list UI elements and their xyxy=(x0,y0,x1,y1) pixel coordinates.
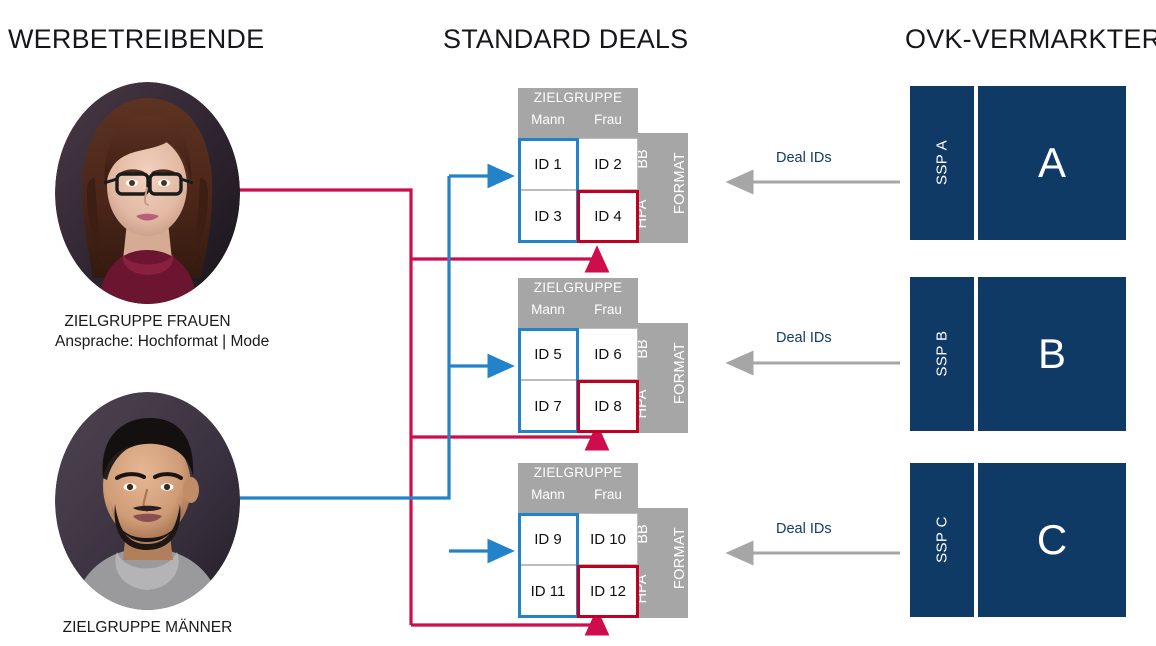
connector-blue-maenner xyxy=(232,163,515,564)
ssp-box-b[interactable]: B xyxy=(978,277,1126,431)
format-label-a: FORMAT xyxy=(672,152,688,214)
deal-cell[interactable]: ID 2 xyxy=(578,138,638,190)
deal-cell[interactable]: ID 9 xyxy=(518,513,578,565)
persona-caption-maenner: ZIELGRUPPE MÄNNER xyxy=(55,618,240,638)
deal-cells-b: ID 5 ID 6 ID 7 ID 8 xyxy=(518,328,638,433)
persona-photo-woman xyxy=(55,82,240,304)
zielgruppe-title-a: ZIELGRUPPE xyxy=(533,90,623,105)
format-band-c: FORMAT BB HPA xyxy=(631,508,688,618)
zielgruppe-col-mann-a: Mann xyxy=(531,112,565,127)
zielgruppe-col-mann-b: Mann xyxy=(531,302,565,317)
persona-subtitle-frauen: Ansprache: Hochformat | Mode xyxy=(55,333,270,350)
zielgruppe-title-c: ZIELGRUPPE xyxy=(533,465,623,480)
deal-ids-label-c: Deal IDs xyxy=(776,521,832,537)
persona-caption-frauen: ZIELGRUPPE FRAUEN Ansprache: Hochformat … xyxy=(55,312,270,352)
deal-table-a: ZIELGRUPPE Mann Frau FORMAT BB HPA ID 1 … xyxy=(518,88,688,243)
format-label-b: FORMAT xyxy=(672,342,688,404)
persona-title-frauen: ZIELGRUPPE FRAUEN xyxy=(64,313,231,330)
connector-dealids-arrows xyxy=(725,169,900,566)
deal-cells-a: ID 1 ID 2 ID 3 ID 4 xyxy=(518,138,638,243)
deal-cell[interactable]: ID 4 xyxy=(578,190,638,242)
ssp-box-a[interactable]: A xyxy=(978,86,1126,240)
persona-photo-man xyxy=(55,392,240,610)
deal-cell[interactable]: ID 11 xyxy=(518,565,578,617)
ssp-tag-c[interactable]: SSP C xyxy=(910,463,974,617)
ssp-tag-label-c: SSP C xyxy=(933,516,951,563)
diagram-canvas: WERBETREIBENDE STANDARD DEALS OVK-VERMAR… xyxy=(0,0,1156,646)
deal-cell[interactable]: ID 3 xyxy=(518,190,578,242)
deal-cell[interactable]: ID 1 xyxy=(518,138,578,190)
deal-cell[interactable]: ID 7 xyxy=(518,380,578,432)
ssp-tag-label-b: SSP B xyxy=(933,330,951,377)
zielgruppe-col-mann-c: Mann xyxy=(531,487,565,502)
zielgruppe-col-frau-c: Frau xyxy=(594,487,622,502)
zielgruppe-col-frau-a: Frau xyxy=(594,112,622,127)
zielgruppe-title-b: ZIELGRUPPE xyxy=(533,280,623,295)
deal-table-c: ZIELGRUPPE Mann Frau FORMAT BB HPA ID 9 … xyxy=(518,463,688,618)
ssp-box-c[interactable]: C xyxy=(978,463,1126,617)
deal-cell[interactable]: ID 5 xyxy=(518,328,578,380)
deal-cell[interactable]: ID 8 xyxy=(578,380,638,432)
deal-table-b: ZIELGRUPPE Mann Frau FORMAT BB HPA ID 5 … xyxy=(518,278,688,433)
deal-cell[interactable]: ID 12 xyxy=(578,565,638,617)
ssp-tag-label-a: SSP A xyxy=(933,139,951,186)
deal-ids-label-a: Deal IDs xyxy=(776,150,832,166)
format-band-b: FORMAT BB HPA xyxy=(631,323,688,433)
ssp-tag-a[interactable]: SSP A xyxy=(910,86,974,240)
deal-cells-c: ID 9 ID 10 ID 11 ID 12 xyxy=(518,513,638,618)
zielgruppe-col-frau-b: Frau xyxy=(594,302,622,317)
format-band-a: FORMAT BB HPA xyxy=(631,133,688,243)
ssp-tag-b[interactable]: SSP B xyxy=(910,277,974,431)
persona-title-maenner: ZIELGRUPPE MÄNNER xyxy=(62,619,233,636)
deal-cell[interactable]: ID 10 xyxy=(578,513,638,565)
deal-ids-label-b: Deal IDs xyxy=(776,330,832,346)
format-label-c: FORMAT xyxy=(672,527,688,589)
deal-cell[interactable]: ID 6 xyxy=(578,328,638,380)
